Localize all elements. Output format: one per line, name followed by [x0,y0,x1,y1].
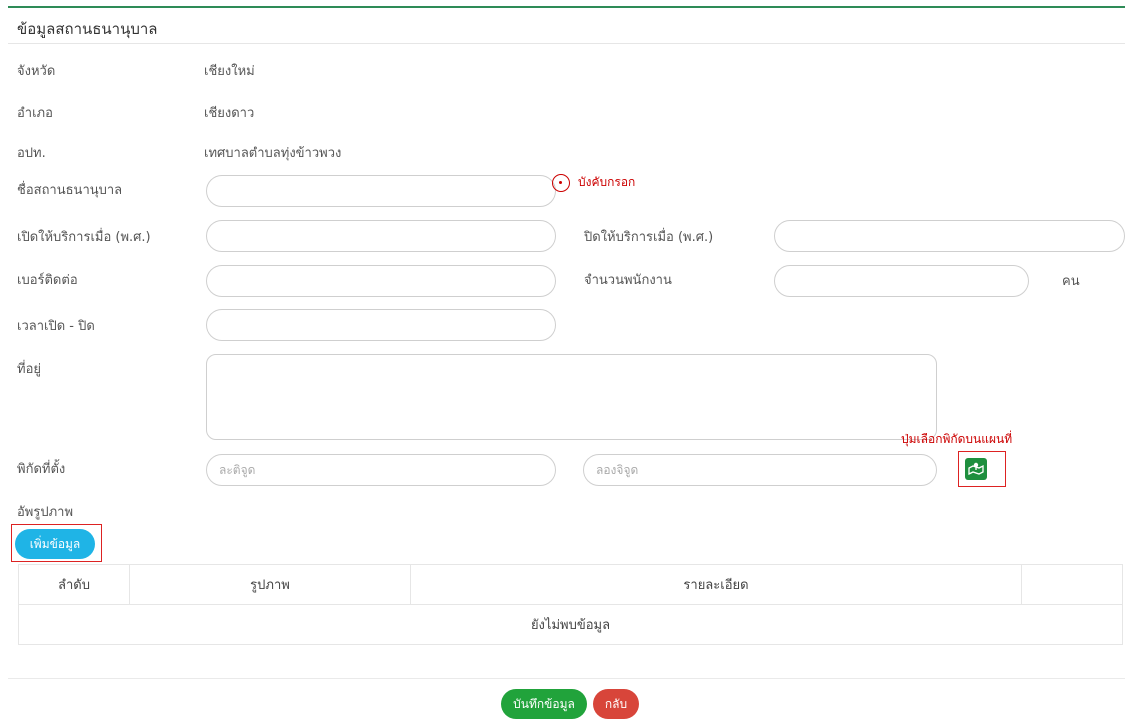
close-year-input[interactable] [774,220,1125,252]
address-label: ที่อยู่ [17,362,41,377]
staff-count-label: จำนวนพนักงาน [584,273,672,288]
staff-unit-label: คน [1062,274,1080,289]
footer-divider [8,678,1125,679]
close-year-label: ปิดให้บริการเมื่อ (พ.ศ.) [584,230,714,245]
name-label: ชื่อสถานธนานุบาล [17,183,123,198]
map-picker-button[interactable] [965,458,987,480]
staff-count-input[interactable] [774,265,1029,297]
map-button-note: ปุ่มเลือกพิกัดบนแผนที่ [901,432,1013,446]
table-row: ยังไม่พบข้อมูล [18,604,1123,645]
district-label: อำเภอ [17,106,53,121]
required-marker-icon [552,174,570,192]
add-data-button[interactable]: เพิ่มข้อมูล [15,529,95,559]
back-button[interactable]: กลับ [593,689,639,719]
col-actions-header [1021,564,1123,605]
province-label: จังหวัด [17,64,56,79]
phone-label: เบอร์ติดต่อ [17,273,78,288]
col-order-header: ลำดับ [18,564,130,605]
hours-input[interactable] [206,309,556,341]
empty-message: ยังไม่พบข้อมูล [18,604,1123,645]
district-value: เชียงดาว [204,106,255,121]
longitude-input[interactable] [583,454,937,486]
panel-header: ข้อมูลสถานธนานุบาล [8,8,1125,44]
panel-title: ข้อมูลสถานธนานุบาล [17,20,158,38]
required-note: บังคับกรอก [578,175,636,189]
latitude-input[interactable] [206,454,556,486]
save-button[interactable]: บันทึกข้อมูล [501,689,587,719]
open-year-label: เปิดให้บริการเมื่อ (พ.ศ.) [17,230,151,245]
upload-label: อัพรูปภาพ [17,505,74,520]
phone-input[interactable] [206,265,556,297]
local-org-label: อปท. [17,146,46,161]
col-image-header: รูปภาพ [129,564,411,605]
map-icon [968,462,984,476]
table-header-row: ลำดับ รูปภาพ รายละเอียด [18,564,1123,605]
form-panel: ข้อมูลสถานธนานุบาล จังหวัด เชียงใหม่ อำเ… [8,6,1125,719]
province-value: เชียงใหม่ [204,64,255,79]
name-input[interactable] [206,175,556,207]
hours-label: เวลาเปิด - ปิด [17,319,95,334]
address-textarea[interactable] [206,354,937,440]
image-table: ลำดับ รูปภาพ รายละเอียด ยังไม่พบข้อมูล [18,564,1123,645]
coords-label: พิกัดที่ตั้ง [17,462,66,477]
col-detail-header: รายละเอียด [410,564,1022,605]
local-org-value: เทศบาลตำบลทุ่งข้าวพวง [204,146,342,161]
open-year-input[interactable] [206,220,556,252]
